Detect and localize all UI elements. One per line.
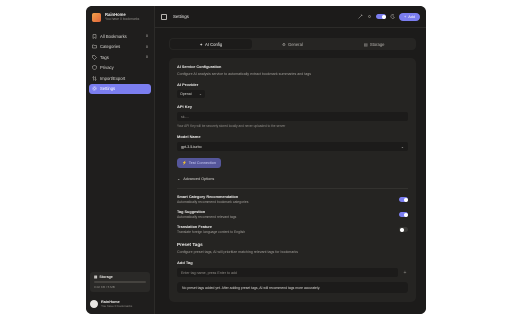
translation-switch[interactable] — [399, 227, 408, 232]
sidebar-item-label: Categories — [100, 44, 121, 50]
shield-icon — [92, 65, 97, 71]
app-window: RainHome You have 0 bookmarks All Bookma… — [86, 6, 426, 314]
tag-suggestion-switch[interactable] — [399, 212, 408, 217]
chevron-down-icon: ⌄ — [198, 92, 202, 96]
toggle-row-tag-suggestion: Tag Suggestion Automatically recommend r… — [177, 210, 408, 219]
toggle-title: Smart Category Recommendation — [177, 195, 239, 199]
sidebar-item-count: 0 — [145, 55, 148, 60]
brand-subtitle: You have 0 bookmarks — [105, 17, 140, 22]
empty-tags-text: No preset tags added yet. After adding p… — [182, 285, 321, 290]
advanced-options-label: Advanced Options — [183, 176, 215, 181]
chevron-down-icon: ⌄ — [400, 144, 404, 149]
avatar — [90, 300, 98, 308]
sidebar-item-privacy[interactable]: Privacy — [89, 63, 151, 74]
toggle-description: Automatically recommend relevant tags — [177, 215, 237, 219]
tab-ai-config[interactable]: ✦ AI Config — [170, 39, 252, 49]
add-button-label: Add — [408, 14, 415, 19]
add-button[interactable]: + Add — [399, 12, 420, 21]
settings-tabs: ✦ AI Config ⚙ General ▤ Storage — [169, 38, 416, 50]
sparkle-icon: ✦ — [199, 41, 203, 47]
section-description: Configure AI analysis service to automat… — [177, 72, 312, 76]
sun-icon[interactable] — [367, 14, 372, 19]
ai-config-panel: AI Service Configuration Configure AI an… — [169, 58, 416, 302]
sidebar-toggle-icon[interactable] — [161, 13, 167, 20]
preset-tags-title: Preset Tags — [177, 242, 203, 247]
sidebar-item-label: Import/Export — [100, 75, 126, 81]
tag-input-placeholder: Enter tag name, press Enter to add — [181, 270, 237, 275]
gear-icon: ⚙ — [282, 41, 286, 47]
plus-icon[interactable]: + — [402, 270, 408, 276]
sidebar-item-label: Tags — [100, 54, 109, 60]
toggle-row-smart-category: Smart Category Recommendation Automatica… — [177, 195, 408, 204]
toggle-row-translation: Translation Feature Translate foreign la… — [177, 225, 408, 234]
main-content: Settings + Add ✦ AI Config ⚙ General ▤ S… — [155, 6, 426, 314]
import-export-icon — [92, 75, 97, 81]
tab-storage[interactable]: ▤ Storage — [333, 39, 415, 49]
provider-value: Openai — [180, 92, 192, 96]
apikey-placeholder: sk-... — [181, 114, 189, 119]
storage-title: Storage — [99, 275, 113, 279]
empty-tags-message: No preset tags added yet. After adding p… — [177, 282, 408, 293]
add-tag-row: Enter tag name, press Enter to add + — [177, 268, 408, 277]
test-connection-button[interactable]: ⚡ Test Connection — [177, 157, 221, 168]
tab-label: General — [287, 41, 303, 47]
plug-icon: ⚡ — [182, 161, 187, 165]
storage-bar — [94, 281, 146, 283]
theme-toggle[interactable] — [376, 14, 387, 19]
provider-label: AI Provider — [177, 82, 199, 87]
moon-icon[interactable] — [390, 14, 395, 19]
advanced-options-toggle[interactable]: ⌄ Advanced Options — [177, 176, 408, 182]
user-subtitle: You have 0 bookmarks — [101, 304, 133, 308]
page-title: Settings — [173, 14, 189, 19]
bookmark-icon — [92, 34, 97, 39]
apikey-label: API Key — [177, 104, 193, 109]
tab-label: AI Config — [204, 41, 223, 47]
preset-tags-description: Configure preset tags, AI will prioritiz… — [177, 250, 299, 254]
brand: RainHome You have 0 bookmarks — [86, 6, 154, 28]
storage-usage: 0.02 KB / 5 MB — [94, 285, 115, 289]
logo-icon — [92, 13, 101, 22]
divider — [177, 188, 408, 189]
model-value: gpt-3.5-turbo — [181, 144, 202, 149]
sidebar-item-count: 0 — [145, 34, 148, 39]
user-profile[interactable]: RainHome You have 0 bookmarks — [90, 300, 150, 308]
sidebar-nav: All Bookmarks 0 Categories 0 Tags 0 Priv… — [86, 31, 154, 94]
plus-icon: + — [404, 14, 407, 19]
database-icon: ▤ — [363, 41, 368, 47]
section-title: AI Service Configuration — [177, 65, 222, 69]
tab-label: Storage — [369, 41, 385, 47]
tab-general[interactable]: ⚙ General — [252, 39, 334, 49]
toggle-title: Tag Suggestion — [177, 210, 206, 214]
sidebar-item-categories[interactable]: Categories 0 — [89, 42, 151, 53]
gear-icon — [92, 86, 97, 91]
model-label: Model Name — [177, 134, 201, 139]
sidebar-item-label: Privacy — [100, 65, 114, 71]
sidebar-item-label: All Bookmarks — [100, 33, 127, 39]
model-select[interactable]: gpt-3.5-turbo ⌄ — [177, 142, 408, 151]
sidebar-item-import-export[interactable]: Import/Export — [89, 73, 151, 84]
database-icon: ▤ — [94, 275, 98, 279]
sidebar-item-tags[interactable]: Tags 0 — [89, 52, 151, 63]
chevron-down-icon: ⌄ — [177, 177, 181, 181]
apikey-hint: Your API Key will be securely stored loc… — [177, 124, 286, 128]
add-tag-label: Add Tag — [177, 260, 193, 265]
toggle-title: Translation Feature — [177, 225, 213, 229]
tag-icon — [92, 55, 97, 60]
storage-widget: ▤ Storage 0.02 KB / 5 MB — [90, 272, 150, 292]
sidebar-item-label: Settings — [100, 86, 116, 92]
toggle-description: Translate foreign language content to En… — [177, 230, 246, 234]
test-connection-label: Test Connection — [188, 160, 216, 165]
sidebar-item-count: 0 — [145, 44, 148, 49]
smart-category-switch[interactable] — [399, 197, 408, 202]
apikey-input[interactable]: sk-... — [177, 112, 408, 121]
provider-select[interactable]: Openai ⌄ — [177, 90, 205, 98]
magic-wand-icon[interactable] — [358, 14, 363, 19]
folder-icon — [92, 44, 97, 49]
toggle-description: Automatically recommend bookmark categor… — [177, 200, 249, 204]
sidebar: RainHome You have 0 bookmarks All Bookma… — [86, 6, 155, 314]
sidebar-item-all-bookmarks[interactable]: All Bookmarks 0 — [89, 31, 151, 42]
topbar: Settings + Add — [155, 6, 426, 28]
sidebar-item-settings[interactable]: Settings — [89, 83, 151, 94]
tag-input[interactable]: Enter tag name, press Enter to add — [177, 268, 398, 277]
